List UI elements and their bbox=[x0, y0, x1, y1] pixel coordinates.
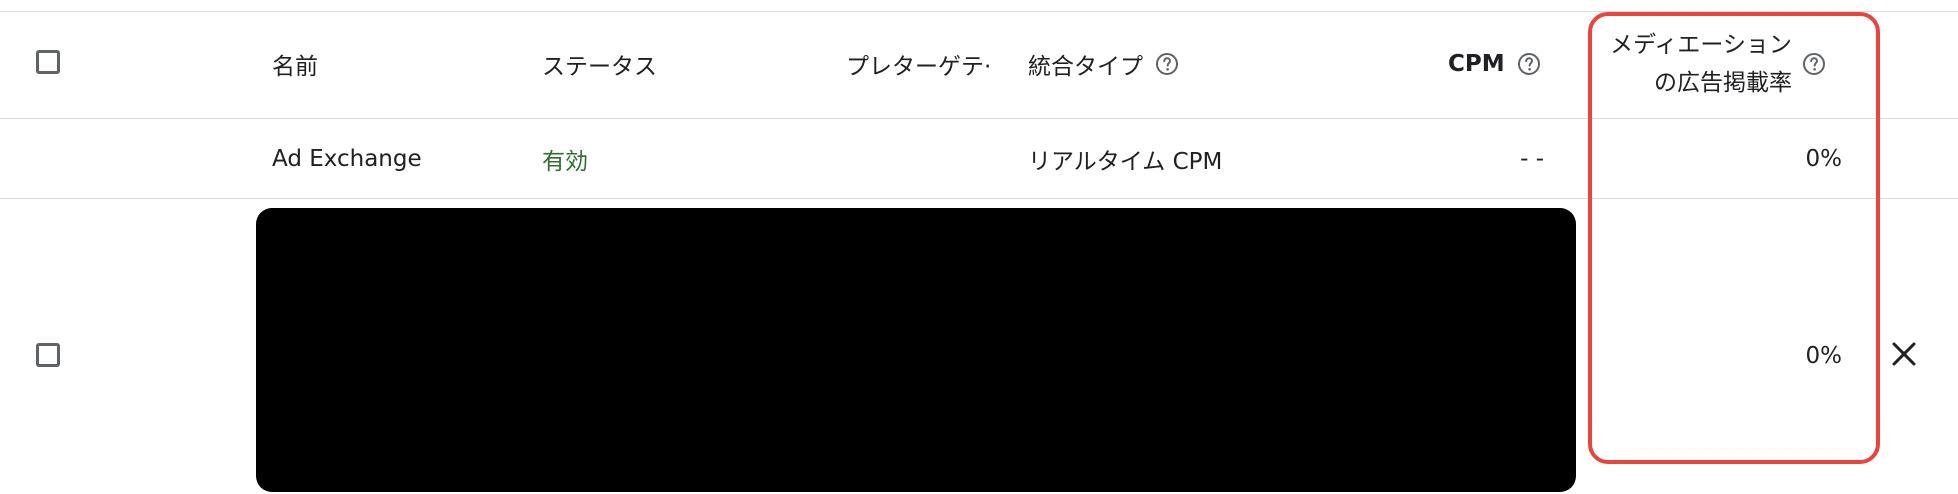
column-header-cpm-label: CPM bbox=[1448, 51, 1505, 77]
close-icon[interactable] bbox=[1890, 340, 1918, 368]
help-circle-icon[interactable] bbox=[1517, 52, 1541, 76]
column-header-status-label: ステータス bbox=[542, 54, 657, 80]
row-status: 有効 bbox=[542, 149, 588, 175]
mediation-column-highlight bbox=[1588, 12, 1880, 464]
column-header-name-label: 名前 bbox=[272, 54, 318, 80]
redacted-region bbox=[256, 208, 1576, 492]
column-header-prebid-target[interactable]: プレターゲテ· bbox=[846, 44, 996, 84]
column-header-name[interactable]: 名前 bbox=[272, 44, 318, 84]
select-all-checkbox[interactable] bbox=[36, 50, 60, 74]
help-circle-icon[interactable] bbox=[1155, 52, 1179, 76]
column-header-cpm[interactable]: CPM bbox=[1448, 44, 1541, 84]
column-header-integration-type-label: 統合タイプ bbox=[1028, 54, 1143, 80]
column-header-integration-type[interactable]: 統合タイプ bbox=[1028, 44, 1179, 84]
row-integration-type: リアルタイム CPM bbox=[1028, 149, 1223, 175]
row-cpm: - - bbox=[1520, 146, 1544, 172]
column-header-status[interactable]: ステータス bbox=[542, 44, 657, 84]
column-header-prebid-target-label: プレターゲテ· bbox=[846, 54, 992, 80]
row-select-checkbox[interactable] bbox=[36, 343, 60, 367]
row-name[interactable]: Ad Exchange bbox=[272, 139, 422, 179]
mediation-table: 名前 ステータス プレターゲテ· 統合タイプ CPM メディエーション の広告掲… bbox=[0, 0, 1958, 494]
